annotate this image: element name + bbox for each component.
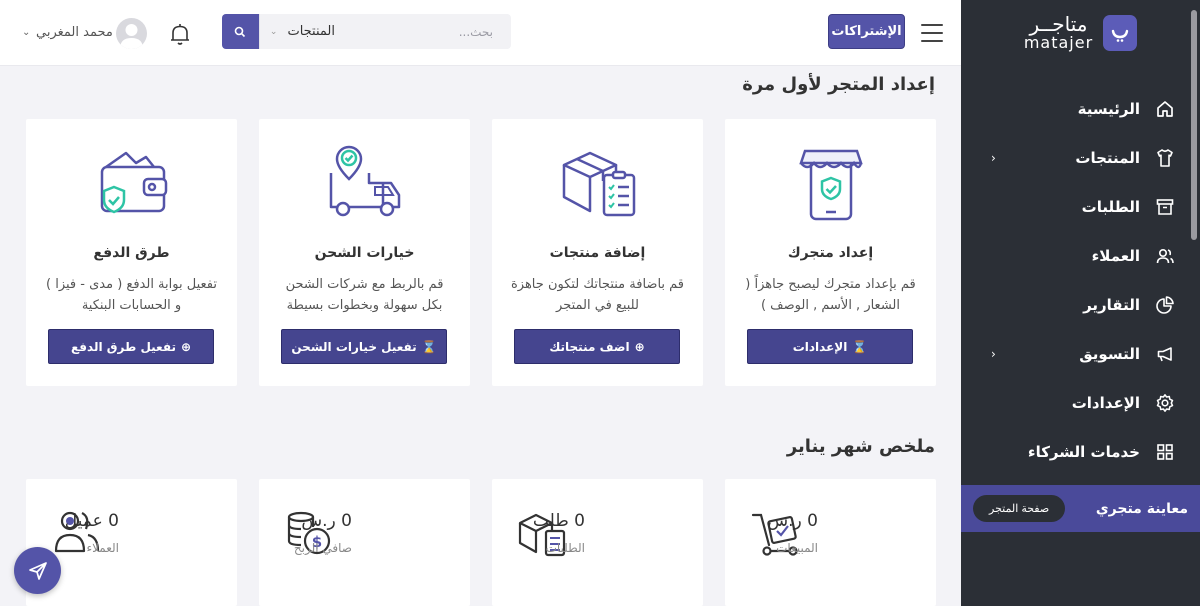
hourglass-icon: ⌛: [852, 339, 868, 354]
stat-value: 0 عميل: [64, 511, 119, 531]
card-description: قم بالربط مع شركات الشحن بكل سهولة وبخطو…: [285, 277, 444, 313]
mobile-store-icon: [791, 143, 871, 223]
sidebar-item-reports[interactable]: التقارير: [961, 280, 1200, 329]
stat-label: صافي الربح: [293, 541, 352, 555]
sidebar-item-label: الطلبات: [1081, 197, 1140, 216]
megaphone-icon: [1154, 343, 1176, 365]
sidebar-item-settings[interactable]: الإعدادات: [961, 378, 1200, 427]
enable-shipping-button[interactable]: ⌛ تفعيل خيارات الشحن: [281, 329, 447, 364]
stat-label: العملاء: [86, 541, 119, 555]
enable-payment-button[interactable]: ⊕ تفعيل طرق الدفع: [48, 329, 214, 364]
card-description: تفعيل بوابة الدفع ( مدى - فيزا ) و الحسا…: [46, 277, 217, 313]
setup-card-store-settings: إعداد متجرك قم بإعداد متجرك ليصبح جاهزاً…: [725, 119, 936, 386]
stat-card-sales: 0 ر.س المبيعات: [725, 479, 936, 606]
sidebar-item-label: خدمات الشركاء: [1027, 442, 1140, 461]
user-avatar[interactable]: [116, 18, 147, 49]
sidebar-item-label: المنتجات: [1075, 148, 1140, 167]
sidebar-item-label: الرئيسية: [1077, 99, 1140, 118]
chevron-right-icon: ›: [991, 150, 996, 165]
grid-icon: [1154, 441, 1176, 463]
card-description: قم بإعداد متجرك ليصبح جاهزاً ( الشعار , …: [745, 277, 916, 313]
plus-circle-icon: ⊕: [180, 339, 192, 354]
shirt-icon: [1154, 147, 1176, 169]
setup-card-shipping: خيارات الشحن قم بالربط مع شركات الشحن بك…: [259, 119, 470, 386]
sidebar-item-label: الإعدادات: [1071, 393, 1140, 412]
search-input[interactable]: [343, 14, 511, 49]
search-button[interactable]: [222, 14, 259, 49]
sidebar-nav: الرئيسية المنتجات › الطلبات العملاء التق…: [961, 84, 1200, 476]
summary-section-title: ملخص شهر يناير: [786, 436, 935, 457]
button-label: الإعدادات: [792, 339, 848, 354]
card-title: خيارات الشحن: [314, 245, 415, 261]
stat-card-orders: 0 طلب الطلبات: [492, 479, 703, 606]
logo-mark-icon: [1103, 15, 1138, 51]
sidebar-item-label: التسويق: [1079, 344, 1140, 363]
page-scrollbar[interactable]: [1191, 10, 1197, 240]
stat-value: 0 ر.س: [767, 511, 818, 531]
store-preview-bar: معاينة متجري صفحة المتجر: [961, 485, 1200, 532]
sidebar-item-label: التقارير: [1083, 295, 1140, 314]
stat-card-net-profit: $ 0 ر.س صافي الربح: [259, 479, 470, 606]
user-name[interactable]: محمد المغربي: [36, 25, 113, 40]
sidebar-item-products[interactable]: المنتجات ›: [961, 133, 1200, 182]
stat-label: المبيعات: [776, 541, 818, 555]
home-icon: [1154, 98, 1176, 120]
send-message-button[interactable]: [14, 547, 61, 594]
button-label: تفعيل خيارات الشحن: [291, 339, 417, 354]
card-title: طرق الدفع: [93, 245, 170, 261]
subscriptions-button[interactable]: الإشتراكات: [828, 14, 905, 49]
stat-value: 0 طلب: [532, 511, 585, 531]
menu-toggle-icon[interactable]: [921, 24, 943, 42]
logo-arabic: متاجــر: [1029, 12, 1088, 37]
sidebar-item-partner-services[interactable]: خدمات الشركاء: [961, 427, 1200, 476]
delivery-truck-icon: [325, 143, 405, 223]
chevron-down-icon: ⌄: [269, 26, 278, 37]
brand-logo[interactable]: متاجــر matajer: [961, 0, 1200, 66]
box-checklist-icon: [558, 143, 638, 223]
search-icon: [235, 26, 246, 37]
card-title: إعداد متجرك: [787, 245, 874, 261]
users-icon: [1154, 245, 1176, 267]
notifications-bell-icon[interactable]: [169, 22, 191, 46]
sidebar-item-orders[interactable]: الطلبات: [961, 182, 1200, 231]
preview-store-label[interactable]: معاينة متجري: [1096, 501, 1188, 517]
stat-label: الطلبات: [545, 541, 585, 555]
chevron-down-icon[interactable]: ⌄: [22, 27, 30, 38]
pie-chart-icon: [1154, 294, 1176, 316]
search-category-select[interactable]: ⌄ المنتجات: [258, 14, 343, 49]
sidebar-item-marketing[interactable]: التسويق ›: [961, 329, 1200, 378]
stat-value: 0 ر.س: [301, 511, 352, 531]
sidebar-item-home[interactable]: الرئيسية: [961, 84, 1200, 133]
sidebar-item-customers[interactable]: العملاء: [961, 231, 1200, 280]
search-bar: ⌄ المنتجات: [222, 14, 511, 49]
archive-icon: [1154, 196, 1176, 218]
search-category-value: المنتجات: [287, 24, 335, 39]
topbar: الإشتراكات ⌄ المنتجات محمد المغربي ⌄: [0, 0, 961, 66]
button-label: تفعيل طرق الدفع: [70, 339, 176, 354]
add-products-button[interactable]: ⊕ اضف منتجاتك: [514, 329, 680, 364]
card-description: قم باضافة منتجاتك لتكون جاهزة للبيع في ا…: [510, 277, 685, 313]
hourglass-icon: ⌛: [421, 339, 437, 354]
sidebar-item-label: العملاء: [1091, 246, 1140, 265]
sidebar: متاجــر matajer الرئيسية المنتجات › الطل…: [961, 0, 1200, 606]
store-settings-button[interactable]: ⌛ الإعدادات: [747, 329, 913, 364]
card-title: إضافة منتجات: [549, 245, 646, 261]
paper-plane-icon: [28, 561, 47, 580]
wallet-shield-icon: [92, 143, 172, 223]
plus-circle-icon: ⊕: [634, 339, 645, 354]
button-label: اضف منتجاتك: [549, 339, 630, 354]
gear-icon: [1154, 392, 1176, 414]
stat-card-customers: 0 عميل العملاء: [26, 479, 237, 606]
setup-section-title: إعداد المتجر لأول مرة: [742, 74, 935, 95]
logo-english: matajer: [1023, 33, 1094, 53]
setup-card-payment: طرق الدفع تفعيل بوابة الدفع ( مدى - فيزا…: [26, 119, 237, 386]
store-page-button[interactable]: صفحة المتجر: [973, 495, 1066, 522]
setup-card-add-products: إضافة منتجات قم باضافة منتجاتك لتكون جاه…: [492, 119, 703, 386]
chevron-right-icon: ›: [991, 346, 996, 361]
